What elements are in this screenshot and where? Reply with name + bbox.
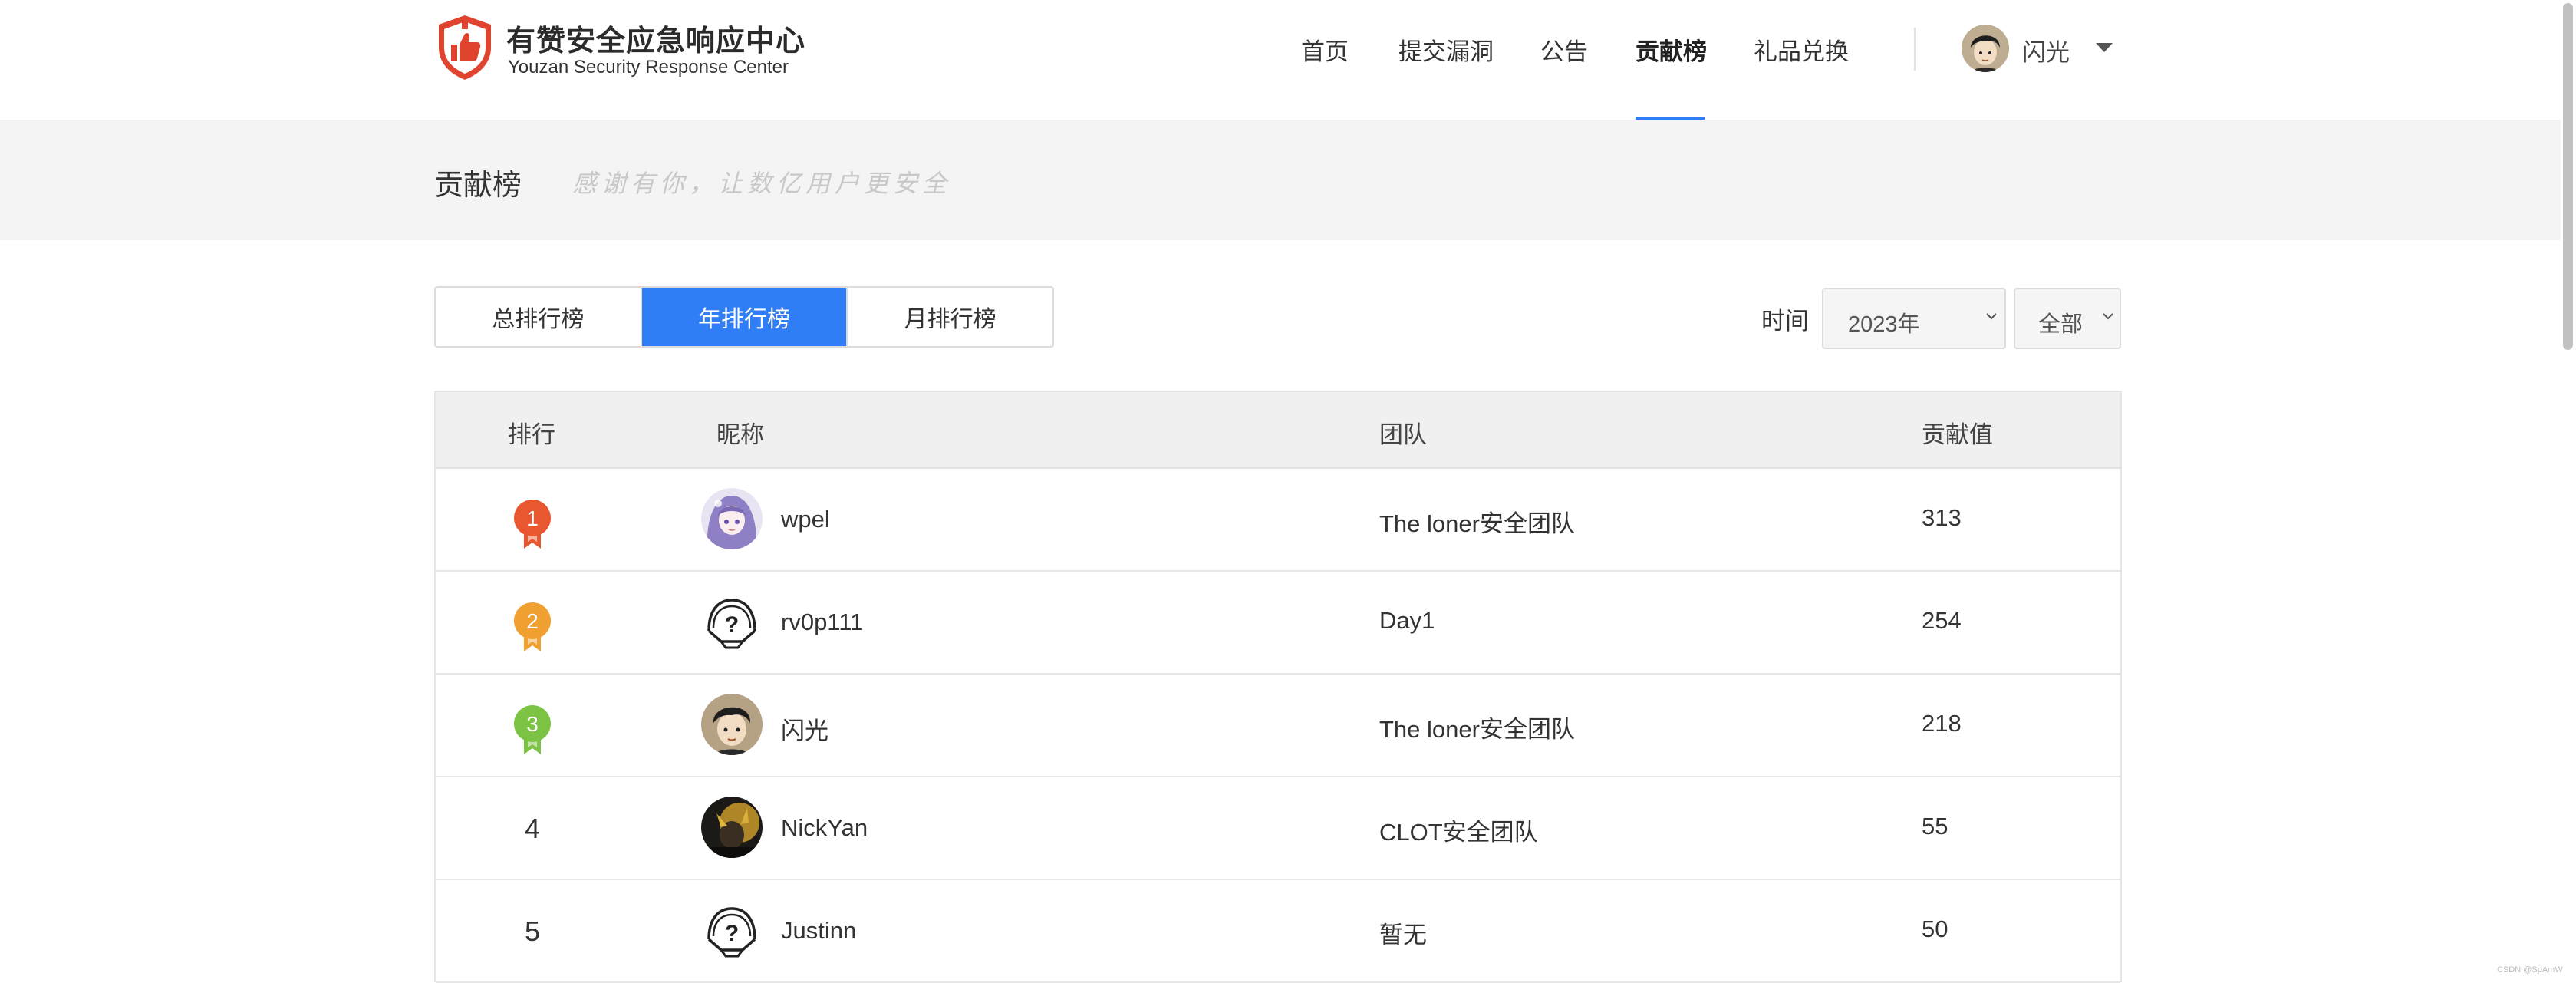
scrollbar-thumb[interactable]	[2563, 3, 2573, 350]
year-select[interactable]: 2023年	[1822, 288, 2006, 349]
dark-photo-avatar[interactable]	[701, 797, 763, 858]
team-name: Day1	[1379, 607, 1435, 634]
nav-submit-vulnerability[interactable]: 提交漏洞	[1398, 32, 1494, 67]
anime-girl-avatar[interactable]	[701, 488, 763, 549]
nav-gift-exchange[interactable]: 礼品兑换	[1754, 32, 1849, 67]
table-row: 5 ? Justinn 暂无 50	[436, 880, 2120, 983]
tab-yearly-ranking[interactable]: 年排行榜	[640, 288, 847, 346]
nickname[interactable]: 闪光	[781, 711, 828, 746]
svg-text:3: 3	[526, 712, 539, 736]
top-header: 有赞安全应急响应中心 Youzan Security Response Cent…	[0, 0, 2561, 120]
time-filter-label: 时间	[1761, 308, 1809, 335]
default-question-avatar[interactable]: ?	[701, 591, 763, 652]
column-header-team: 团队	[1379, 421, 1427, 448]
rank-number: 5	[524, 915, 541, 947]
nickname[interactable]: Justinn	[781, 917, 856, 945]
nickname[interactable]: rv0p111	[781, 609, 863, 636]
bronze-medal-icon: 3	[514, 705, 551, 754]
rank-number: 4	[524, 813, 541, 844]
type-select-value: 全部	[2038, 312, 2084, 337]
table-row: 4 NickYan CLOT安全团队 55	[436, 777, 2120, 880]
score-value: 50	[1922, 915, 1948, 942]
svg-text:2: 2	[526, 609, 539, 633]
nav-leaderboard[interactable]: 贡献榜	[1636, 32, 1707, 67]
team-name: The loner安全团队	[1379, 716, 1575, 743]
score-value: 55	[1922, 813, 1948, 840]
table-row: 1 wpel The loner安全团队 313	[436, 469, 2120, 572]
team-name: 暂无	[1379, 922, 1427, 948]
silver-medal-icon: 2	[514, 602, 551, 651]
leaderboard-table: 排行 昵称 团队 贡献值 1 wpel The loner安全团队 313 2 …	[434, 391, 2122, 983]
svg-text:?: ?	[725, 921, 739, 946]
gold-medal-icon: 1	[514, 500, 551, 549]
score-value: 254	[1922, 607, 1962, 634]
tab-monthly-ranking[interactable]: 月排行榜	[846, 288, 1052, 346]
nav-announcements[interactable]: 公告	[1540, 32, 1588, 67]
table-header: 排行 昵称 团队 贡献值	[436, 392, 2120, 469]
column-header-nickname: 昵称	[716, 421, 764, 448]
column-header-score: 贡献值	[1922, 421, 1993, 448]
user-avatar-icon[interactable]	[1962, 25, 2009, 72]
ranking-tabs: 总排行榜 年排行榜 月排行榜	[434, 286, 1054, 348]
column-header-rank: 排行	[508, 421, 555, 448]
user-name[interactable]: 闪光	[2022, 33, 2070, 68]
shield-thumbs-up-icon[interactable]	[434, 12, 496, 81]
chevron-down-icon	[1986, 313, 1997, 320]
brand-subtitle: Youzan Security Response Center	[508, 57, 789, 78]
nickname[interactable]: NickYan	[781, 814, 868, 842]
type-select[interactable]: 全部	[2014, 288, 2121, 349]
svg-text:?: ?	[725, 612, 739, 638]
team-name: The loner安全团队	[1379, 510, 1575, 537]
page-title: 贡献榜	[434, 170, 522, 202]
watermark: CSDN @SpAmW	[2497, 965, 2563, 975]
nickname[interactable]: wpel	[781, 506, 830, 533]
score-value: 218	[1922, 710, 1962, 737]
year-select-value: 2023年	[1848, 312, 1920, 337]
svg-text:1: 1	[526, 506, 539, 530]
cartoon-boy-avatar[interactable]	[701, 694, 763, 755]
score-value: 313	[1922, 504, 1962, 531]
team-name: CLOT安全团队	[1379, 819, 1538, 846]
brand-name[interactable]: 有赞安全应急响应中心	[506, 17, 805, 59]
tab-total-ranking[interactable]: 总排行榜	[436, 288, 641, 346]
table-row: 2 ? rv0p111 Day1 254	[436, 572, 2120, 675]
page-slogan: 感谢有你，让数亿用户更安全	[572, 169, 952, 198]
chevron-down-icon	[2103, 313, 2113, 320]
table-row: 3 闪光 The loner安全团队 218	[436, 675, 2120, 777]
caret-down-icon[interactable]	[2096, 43, 2113, 52]
default-question-avatar[interactable]: ?	[701, 899, 763, 961]
nav-divider	[1914, 28, 1916, 71]
nav-home[interactable]: 首页	[1301, 32, 1349, 67]
page-banner: 贡献榜 感谢有你，让数亿用户更安全	[0, 120, 2561, 240]
